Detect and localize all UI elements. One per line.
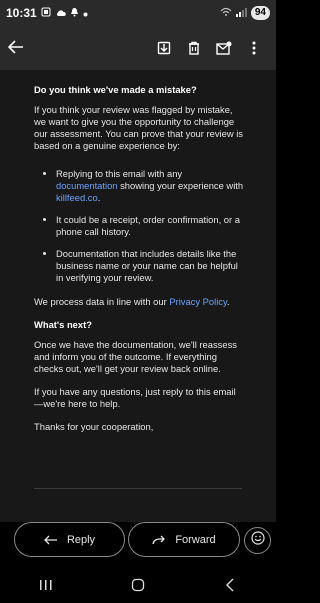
notification-bell-icon xyxy=(70,6,79,20)
email-body-container: Do you think we've made a mistake? If yo… xyxy=(0,70,276,522)
privacy-suffix: . xyxy=(226,296,230,307)
heading-whats-next: What's next? xyxy=(34,319,92,330)
wifi-icon xyxy=(220,6,232,20)
arrow-left-icon[interactable] xyxy=(7,37,36,60)
killfeed-link[interactable]: killfeed.co xyxy=(56,192,98,203)
heading-mistake: Do you think we've made a mistake? xyxy=(34,84,197,95)
privacy-paragraph: We process data in line with our Privacy… xyxy=(34,296,244,308)
recents-icon[interactable] xyxy=(26,570,66,600)
documentation-link[interactable]: documentation xyxy=(56,180,118,191)
bullet1-prefix: Replying to this email with any xyxy=(56,168,183,179)
more-vert-icon[interactable] xyxy=(240,34,268,62)
list-item: Documentation that includes details like… xyxy=(56,248,244,284)
status-bar: 10:31 94 xyxy=(0,0,276,26)
requirements-list: Replying to this email with any document… xyxy=(34,168,244,284)
home-icon[interactable] xyxy=(118,570,158,600)
email-toolbar xyxy=(0,26,276,70)
back-icon[interactable] xyxy=(210,570,250,600)
signal-icon xyxy=(235,6,247,20)
cloud-icon xyxy=(55,6,66,20)
archive-icon[interactable] xyxy=(150,34,178,62)
mark-unread-icon[interactable] xyxy=(210,34,238,62)
email-body: Do you think we've made a mistake? If yo… xyxy=(34,84,244,444)
dot-icon xyxy=(83,6,88,20)
list-item: It could be a receipt, order confirmatio… xyxy=(56,214,244,238)
status-right: 94 xyxy=(220,6,270,20)
emoji-reaction-button[interactable] xyxy=(244,527,271,554)
intro-paragraph: If you think your review was flagged by … xyxy=(34,104,243,151)
reply-icon xyxy=(44,532,58,548)
sim-icon xyxy=(41,6,51,20)
delete-icon[interactable] xyxy=(180,34,208,62)
reassess-paragraph: Once we have the documentation, we'll re… xyxy=(34,339,237,374)
list-item: Replying to this email with any document… xyxy=(56,168,244,204)
privacy-policy-link[interactable]: Privacy Policy xyxy=(169,296,227,307)
reply-label: Reply xyxy=(66,533,96,546)
forward-icon xyxy=(152,532,166,548)
bullet1-middle: showing your experience with xyxy=(117,180,244,191)
divider xyxy=(34,488,242,489)
battery-badge: 94 xyxy=(250,6,270,20)
privacy-prefix: We process data in line with our xyxy=(34,296,170,307)
status-time: 10:31 xyxy=(6,6,37,20)
questions-paragraph: If you have any questions, just reply to… xyxy=(34,386,236,409)
thanks-paragraph: Thanks for your cooperation, xyxy=(34,421,154,432)
reply-button[interactable]: Reply xyxy=(14,522,125,557)
emoji-smile-icon xyxy=(250,531,265,550)
forward-button[interactable]: Forward xyxy=(128,522,240,557)
status-left: 10:31 xyxy=(6,6,88,20)
bullet1-suffix: . xyxy=(97,192,101,203)
system-navbar xyxy=(0,567,276,603)
forward-label: Forward xyxy=(175,533,216,546)
